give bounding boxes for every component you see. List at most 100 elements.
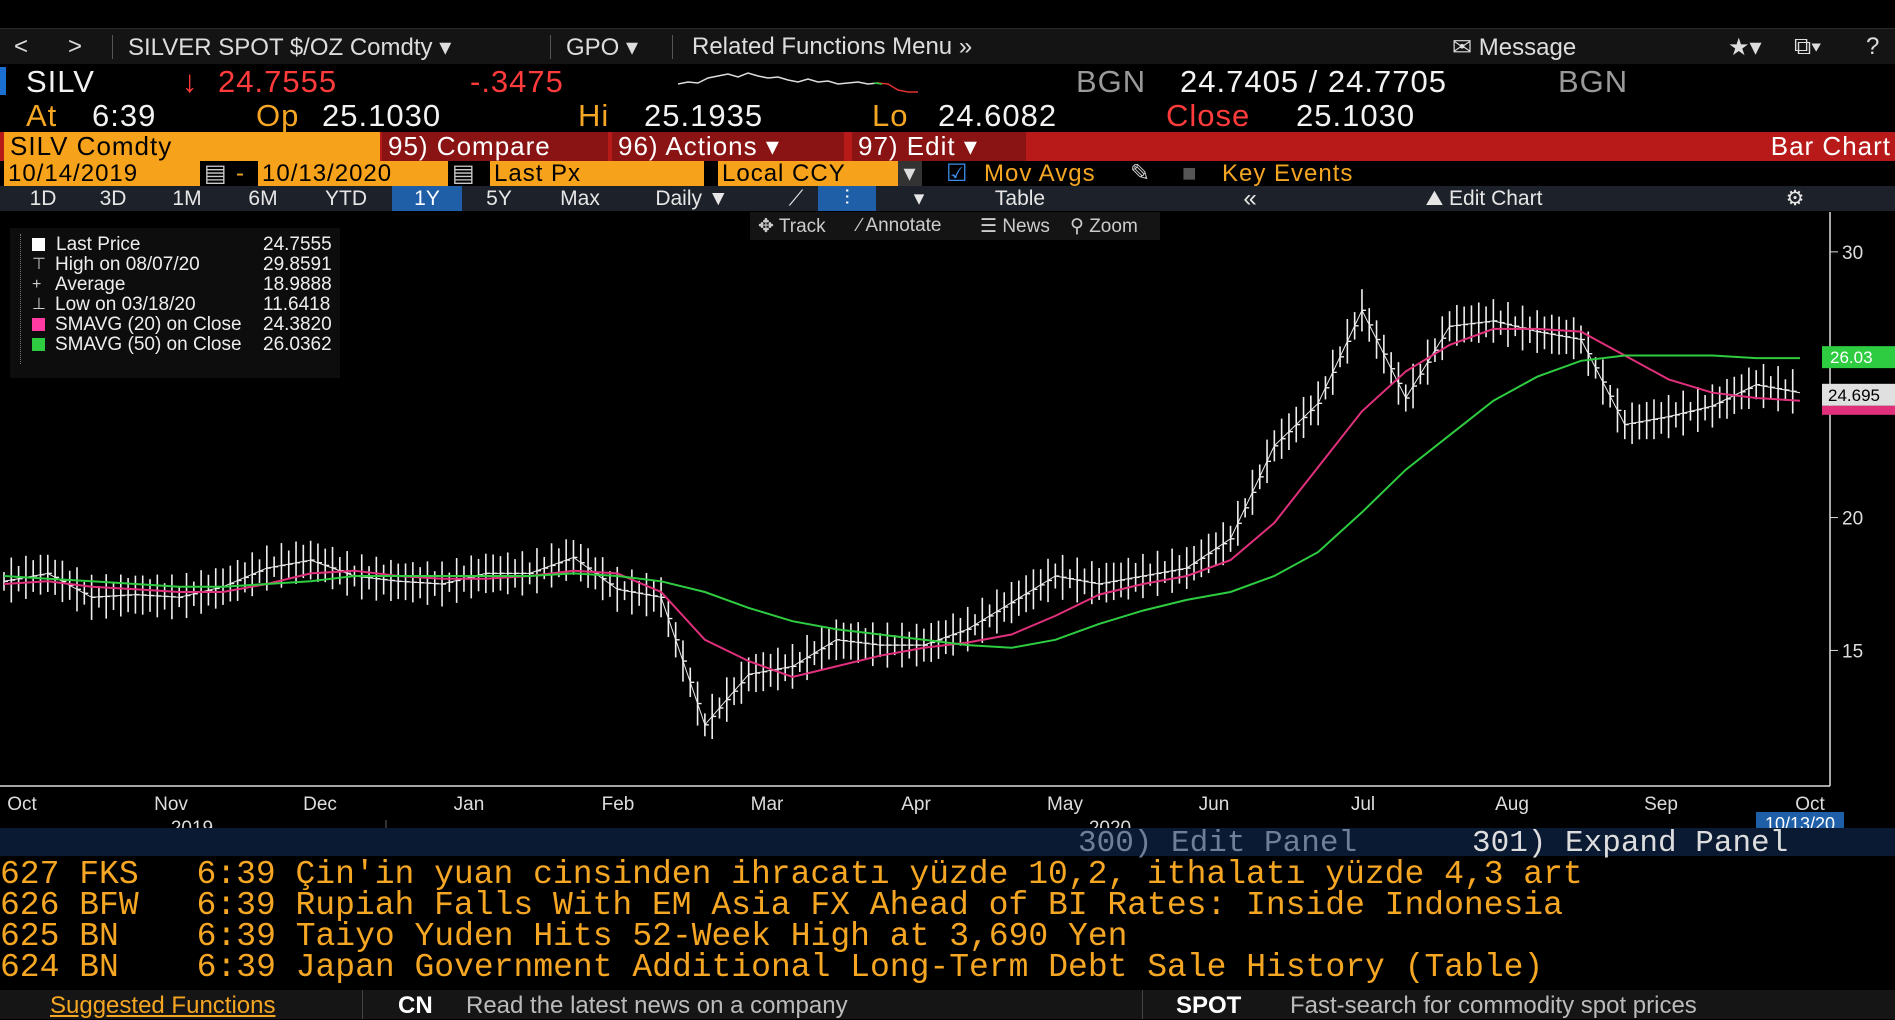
calendar-icon[interactable]: ▤ <box>204 161 228 186</box>
favorites-icon[interactable]: ★▾ <box>1728 33 1762 62</box>
suggested-functions-bar: Suggested Functions CN Read the latest n… <box>0 990 1895 1019</box>
chart-type-label[interactable]: Bar Chart <box>1771 132 1891 161</box>
news-headline: Japan Government Additional Long-Term De… <box>295 949 1544 986</box>
period-5y[interactable]: 5Y <box>476 186 522 211</box>
x-tick-label: Jul <box>1351 794 1375 815</box>
window-icon[interactable]: ⧉▾ <box>1794 33 1821 61</box>
news-number: 624 <box>0 949 60 986</box>
cn-function-code[interactable]: CN <box>398 992 433 1020</box>
key-events-label: Key Events <box>1222 160 1354 187</box>
chart-legend: Last Price 24.7555 ⊤ High on 08/07/20 29… <box>10 228 340 378</box>
legend-swatch-sma20 <box>32 318 45 331</box>
menu-bar: SILV Comdty 95) Compare 96) Actions ▾ 97… <box>0 132 1895 161</box>
high-marker-icon: ⊤ <box>32 256 46 273</box>
frequency-selector[interactable]: Daily ▼ <box>632 186 752 211</box>
price-tag: 24.695 <box>1828 386 1880 405</box>
x-tick-label: Mar <box>751 794 784 815</box>
legend-swatch-sma50 <box>32 338 45 351</box>
news-item[interactable]: 624 BN 6:39 Japan Government Additional … <box>0 949 1543 986</box>
selection-marker <box>0 67 6 95</box>
spot-function-code[interactable]: SPOT <box>1176 992 1241 1020</box>
related-functions-label: Related Functions Menu <box>692 33 953 60</box>
y-tick-label: 15 <box>1842 641 1863 662</box>
open-label: Op <box>256 98 300 133</box>
x-tick-label: Nov <box>154 794 188 815</box>
calendar-icon[interactable]: ▤ <box>452 161 476 186</box>
edit-chart-label: Edit Chart <box>1449 187 1543 210</box>
period-1y[interactable]: 1Y <box>392 186 462 211</box>
back-button[interactable]: < <box>14 33 28 61</box>
edit-chart-button[interactable]: ⛰ Edit Chart <box>1384 186 1584 211</box>
last-value-tags: 26.03 24.695 <box>1822 346 1895 415</box>
divider <box>672 35 673 59</box>
sma20-tag-bg <box>1822 405 1895 415</box>
field-selector[interactable]: Last Px <box>490 161 704 186</box>
chart-icon: ⛰ <box>1425 187 1444 210</box>
period-ytd[interactable]: YTD <box>314 186 378 211</box>
compare-menu[interactable]: 95) Compare <box>382 132 608 161</box>
average-marker-icon: + <box>32 276 42 293</box>
help-button[interactable]: ? <box>1866 33 1879 61</box>
close-value: 25.1030 <box>1296 98 1416 133</box>
security-field[interactable]: SILV Comdty <box>4 132 380 161</box>
period-1d[interactable]: 1D <box>20 186 66 211</box>
suggested-functions-label[interactable]: Suggested Functions <box>50 992 275 1020</box>
edit-menu[interactable]: 97) Edit ▾ <box>852 132 1026 161</box>
chevron-down-icon: ▾ <box>439 34 452 61</box>
legend-value: 26.0362 <box>263 334 332 355</box>
spot-function-desc: Fast-search for commodity spot prices <box>1290 992 1697 1019</box>
security-selector[interactable]: SILVER SPOT $/OZ Comdty ▾ <box>128 33 451 62</box>
down-arrow-icon: ↓ <box>182 64 199 99</box>
divider <box>550 35 551 59</box>
legend-label: Last Price <box>56 234 141 255</box>
chevron-down-icon: ▾ <box>626 34 639 61</box>
forward-button[interactable]: > <box>68 33 82 61</box>
chevron-down-icon[interactable]: ▾ <box>904 186 934 211</box>
bar-chart-icon[interactable]: ⫶ <box>818 186 876 211</box>
x-tick-label: May <box>1047 794 1083 815</box>
period-1m[interactable]: 1M <box>164 186 210 211</box>
actions-menu[interactable]: 96) Actions ▾ <box>612 132 844 161</box>
legend-label: High on 08/07/20 <box>55 254 200 275</box>
start-date-field[interactable]: 10/14/2019 <box>4 161 200 186</box>
legend-value: 24.7555 <box>263 234 332 255</box>
x-tick-label: Apr <box>901 794 931 815</box>
close-label: Close <box>1166 98 1251 133</box>
collapse-button[interactable]: « <box>1230 186 1270 211</box>
line-chart-icon[interactable]: ⟋ <box>776 186 816 211</box>
net-change: -.3475 <box>470 64 564 99</box>
chevron-down-icon[interactable]: ▾ <box>898 161 922 186</box>
pencil-icon[interactable]: ✎ <box>1130 161 1151 186</box>
actions-label: 96) Actions <box>618 131 758 161</box>
x-tick-label: Sep <box>1644 794 1678 815</box>
high-label: Hi <box>578 98 610 133</box>
x-tick-label: Oct <box>7 794 37 815</box>
security-selector-label: SILVER SPOT $/OZ Comdty <box>128 34 433 61</box>
period-3d[interactable]: 3D <box>90 186 136 211</box>
cn-function-desc: Read the latest news on a company <box>466 992 848 1019</box>
chevron-down-icon: ▾ <box>765 131 780 161</box>
low-label: Lo <box>872 98 909 133</box>
currency-selector[interactable]: Local CCY <box>718 161 898 186</box>
period-max[interactable]: Max <box>550 186 610 211</box>
quote-row-ohlc: At 6:39 Op 25.1030 Hi 25.1935 Lo 24.6082… <box>0 98 1895 133</box>
mov-avgs-checkbox[interactable]: ☑ <box>946 161 969 186</box>
x-tick-label: Jun <box>1199 794 1230 815</box>
end-date-field[interactable]: 10/13/2020 <box>258 161 448 186</box>
related-functions-menu[interactable]: Related Functions Menu » <box>692 33 972 61</box>
function-selector[interactable]: GPO ▾ <box>566 33 638 62</box>
table-button[interactable]: Table <box>960 186 1080 211</box>
date-range-row: 10/14/2019 ▤ - 10/13/2020 ▤ Last Px Loca… <box>0 161 1895 186</box>
gear-icon[interactable]: ⚙ <box>1780 186 1810 211</box>
compare-label: 95) Compare <box>388 131 551 161</box>
divider <box>112 35 113 59</box>
key-events-checkbox[interactable]: ■ <box>1182 161 1198 186</box>
message-button[interactable]: ✉ Message <box>1452 33 1576 62</box>
chevron-down-icon: ▾ <box>963 131 978 161</box>
edit-label: 97) Edit <box>858 131 956 161</box>
period-6m[interactable]: 6M <box>240 186 286 211</box>
bid-ask: 24.7405 / 24.7705 <box>1180 64 1447 99</box>
last-price: 24.7555 <box>218 64 338 99</box>
news-list: 627 FKS 6:39 Çin'in yuan cinsinden ihrac… <box>0 856 1895 990</box>
legend-value: 18.9888 <box>263 274 332 295</box>
